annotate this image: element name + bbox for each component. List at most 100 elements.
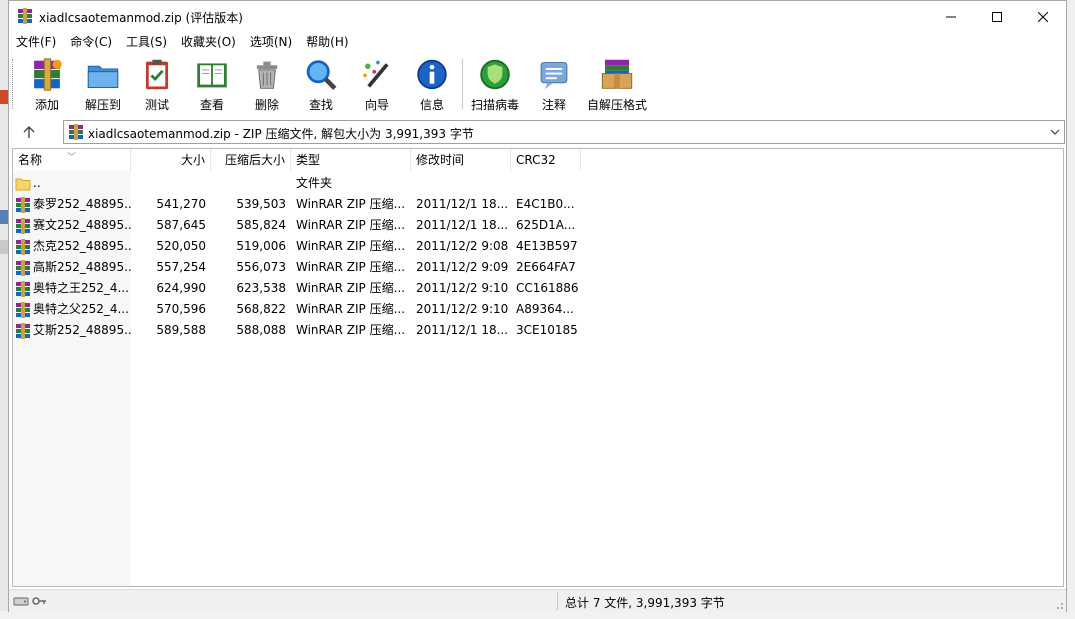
key-icon[interactable] [31,594,47,608]
file-modified: 2011/12/2 9:09 [416,260,509,274]
winrar-zip-icon [16,280,30,297]
file-size: 587,645 [156,218,206,232]
winrar-window: xiadlcsaotemanmod.zip (评估版本) 文件(F) 命令(C)… [8,0,1067,612]
file-size: 624,990 [156,281,206,295]
menu-help[interactable]: 帮助(H) [299,32,355,52]
add-button[interactable]: 添加 [27,55,67,113]
file-packed: 588,088 [236,323,286,337]
comment-icon [540,62,568,90]
file-name: 杰克252_48895... [33,239,131,253]
menu-commands[interactable]: 命令(C) [63,32,119,52]
file-crc: 3CE10185 [516,323,578,337]
sort-caret-icon: ﹀ [67,153,77,163]
delete-button[interactable]: 删除 [247,55,287,113]
file-name: 赛文252_48895... [33,218,131,232]
file-name-cell: 泰罗252_48895... [13,194,131,215]
info-label: 信息 [419,98,444,112]
chevron-down-icon[interactable] [1050,126,1060,138]
column-header-modified[interactable]: 修改时间 [411,149,511,171]
title-bar[interactable]: xiadlcsaotemanmod.zip (评估版本) [9,1,1066,32]
file-modified: 2011/12/2 9:08 [416,239,509,253]
file-packed: 539,503 [236,197,286,211]
delete-label: 删除 [254,98,279,112]
sfx-button[interactable]: 自解压格式 [585,55,649,113]
table-row[interactable]: 杰克252_48895... 520,050 519,006 WinRAR ZI… [13,236,1063,257]
file-type: WinRAR ZIP 压缩... [296,218,406,232]
maximize-icon [992,11,1002,22]
close-button[interactable] [1020,1,1066,32]
file-name: 艾斯252_48895... [33,323,131,337]
column-header-crc[interactable]: CRC32 [511,149,581,171]
menu-tools[interactable]: 工具(S) [119,32,174,52]
toolbar-grip[interactable] [12,59,16,109]
file-name-cell: 艾斯252_48895... [13,320,131,341]
wizard-wand-icon [363,60,389,88]
file-name-cell: 杰克252_48895... [13,236,131,257]
file-name-cell: 赛文252_48895... [13,215,131,236]
winrar-zip-icon [16,322,30,339]
info-button[interactable]: 信息 [413,55,451,113]
table-row[interactable]: 奥特之父252_4... 570,596 568,822 WinRAR ZIP … [13,299,1063,320]
add-archive-icon [34,58,62,91]
file-crc: 2E664FA7 [516,260,576,274]
close-icon [1038,11,1048,22]
column-header-packed[interactable]: 压缩后大小 [211,149,291,171]
winrar-app-icon [18,8,32,24]
comment-button[interactable]: 注释 [535,55,573,113]
file-crc: 4E13B597 [516,239,578,253]
file-modified: 2011/12/1 18... [416,218,509,232]
file-modified: 2011/12/1 18... [416,323,509,337]
test-clipboard-icon [145,59,169,90]
file-name: 泰罗252_48895... [33,197,131,211]
column-header-name-label: 名称 [18,153,43,167]
sfx-box-icon [601,59,633,89]
table-row[interactable]: 赛文252_48895... 587,645 585,824 WinRAR ZI… [13,215,1063,236]
file-packed [211,173,291,194]
find-button[interactable]: 查找 [301,55,341,113]
file-packed: 556,073 [236,260,286,274]
table-row[interactable]: 高斯252_48895... 557,254 556,073 WinRAR ZI… [13,257,1063,278]
comment-label: 注释 [541,98,566,112]
table-row-parent[interactable]: .. 文件夹 [13,173,1063,194]
column-header-size[interactable]: 大小 [131,149,211,171]
resize-grip-icon[interactable] [1054,600,1064,610]
menu-favorites[interactable]: 收藏夹(O) [174,32,243,52]
maximize-button[interactable] [974,1,1020,32]
extract-to-button[interactable]: 解压到 [81,55,125,113]
test-button[interactable]: 测试 [137,55,177,113]
address-field[interactable]: xiadlcsaotemanmod.zip - ZIP 压缩文件, 解包大小为 … [63,120,1065,144]
virus-scan-button[interactable]: 扫描病毒 [469,55,521,113]
file-modified [411,173,511,194]
file-name: 奥特之王252_4... [33,281,129,295]
winrar-zip-icon [16,217,30,234]
column-header-name[interactable]: ﹀ 名称 [13,149,131,171]
file-type: WinRAR ZIP 压缩... [296,281,406,295]
info-icon [417,59,447,90]
file-name-cell: 奥特之父252_4... [13,299,131,320]
file-size: 589,588 [156,323,206,337]
table-row[interactable]: 艾斯252_48895... 589,588 588,088 WinRAR ZI… [13,320,1063,341]
winrar-zip-icon [16,196,30,213]
file-name: .. [33,176,41,190]
wizard-button[interactable]: 向导 [357,55,397,113]
up-folder-button[interactable] [17,121,41,143]
toolbar-separator [462,59,463,109]
file-type: WinRAR ZIP 压缩... [296,197,406,211]
menu-bar: 文件(F) 命令(C) 工具(S) 收藏夹(O) 选项(N) 帮助(H) [9,32,356,52]
table-row[interactable]: 泰罗252_48895... 541,270 539,503 WinRAR ZI… [13,194,1063,215]
file-type: 文件夹 [296,176,333,190]
magnifier-icon [306,60,337,90]
table-row[interactable]: 奥特之王252_4... 624,990 623,538 WinRAR ZIP … [13,278,1063,299]
menu-options[interactable]: 选项(N) [243,32,299,52]
drive-icon[interactable] [13,594,29,608]
minimize-button[interactable] [928,1,974,32]
menu-file[interactable]: 文件(F) [9,32,63,52]
file-name-cell: 奥特之王252_4... [13,278,131,299]
view-book-icon [197,63,227,88]
address-text: xiadlcsaotemanmod.zip - ZIP 压缩文件, 解包大小为 … [88,127,474,141]
virus-scan-shield-icon [480,59,510,90]
file-type: WinRAR ZIP 压缩... [296,239,406,253]
column-header-type[interactable]: 类型 [291,149,411,171]
toolbar: 添加 解压到 测试 查看 删除 查找 向导 信息 扫描病毒 注释 自解压格式 [9,53,1066,115]
view-button[interactable]: 查看 [191,55,233,113]
